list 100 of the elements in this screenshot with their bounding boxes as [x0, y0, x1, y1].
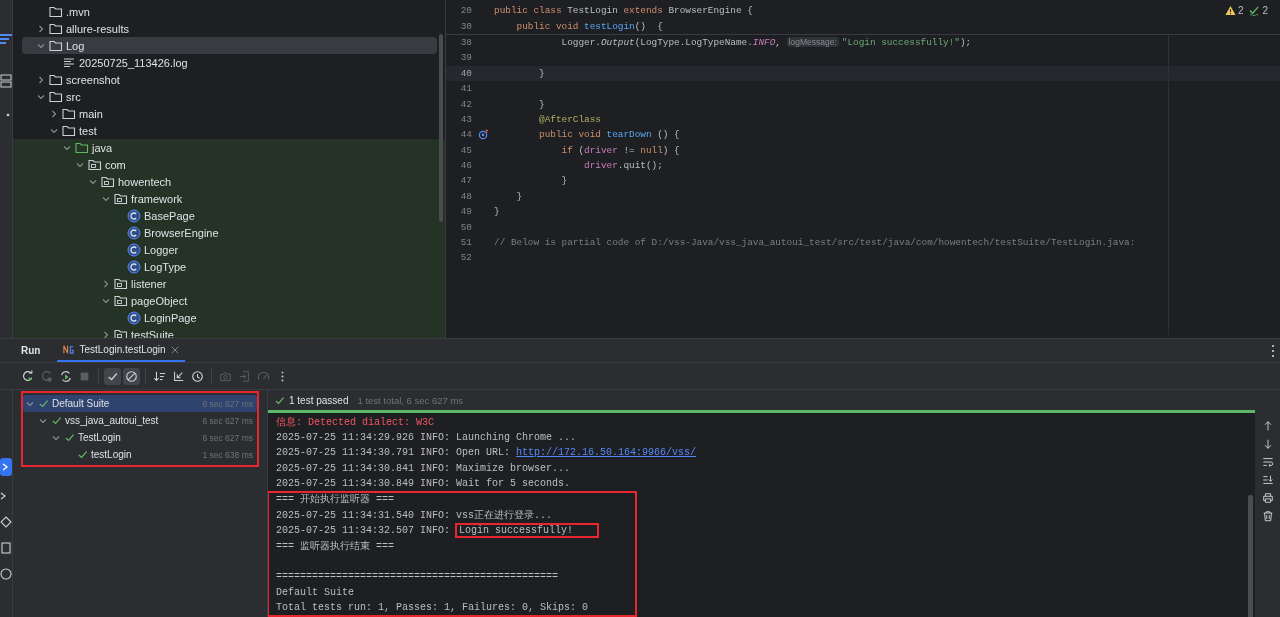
- class-icon: [127, 225, 141, 240]
- line-number: 38: [459, 36, 472, 48]
- rerun-failed-icon: [40, 369, 53, 383]
- code-line: public void testLogin() {: [515, 20, 663, 32]
- panel-title: Run: [21, 345, 41, 356]
- line-number: 45: [459, 144, 472, 156]
- rerun-icon: [21, 369, 34, 383]
- folder-icon: [49, 90, 63, 103]
- package-folder-icon: [114, 328, 128, 338]
- line-number: 46: [459, 160, 472, 172]
- chevron-right-icon[interactable]: [49, 108, 59, 119]
- tree-item[interactable]: main: [22, 105, 437, 122]
- line-number: 48: [459, 190, 472, 202]
- test-duration: 6 sec 627 ms: [202, 415, 253, 426]
- document-icon[interactable]: [0, 542, 12, 554]
- scrollbar-thumb[interactable]: [1248, 495, 1253, 617]
- console-text: Login successfully!: [457, 524, 598, 536]
- line-number: 20: [459, 5, 472, 17]
- chevron-right-icon[interactable]: [36, 23, 46, 34]
- run-icon[interactable]: [0, 458, 12, 476]
- line-number: 50: [459, 221, 472, 233]
- code-comment: // Below is partial code of D:/vss-Java/vss_java_autoui_test/src/test/java/com/howentech/testSuite/TestLogin.java:: [494, 237, 1136, 249]
- console-text: ===============================================: [276, 571, 559, 583]
- inspection-count[interactable]: 2: [1237, 5, 1244, 16]
- line-number: 41: [459, 83, 472, 95]
- text-file-icon: [62, 56, 76, 69]
- test-tree-item[interactable]: vss_java_autoui_test 6 sec 627 ms: [23, 412, 257, 429]
- tree-item[interactable]: .mvn: [22, 3, 437, 20]
- toggle-auto-icon: [59, 369, 72, 383]
- console-text: 2025-07-25 11:34:29.926 INFO: Launching Chrome ...: [276, 431, 577, 443]
- console-text: Total tests run: 1, Passes: 1, Failures: 0, Skips: 0: [276, 602, 589, 614]
- console-text: 2025-07-25 11:34:32.507 INFO:: [276, 524, 452, 536]
- code-line: if (driver != null) {: [560, 144, 680, 156]
- run-tab[interactable]: TestLogin.testLogin: [57, 339, 185, 362]
- structure-icon[interactable]: [0, 74, 12, 88]
- sort-icon: [153, 369, 166, 383]
- console-text: 2025-07-25 11:34:30.849 INFO: Wait for 5 seconds.: [276, 478, 571, 490]
- tree-item[interactable]: test: [22, 122, 437, 139]
- folder-icon: [49, 39, 63, 52]
- collapse-icon: [172, 369, 185, 383]
- show-ignored-button[interactable]: [123, 367, 140, 385]
- problems-icon[interactable]: [0, 516, 12, 528]
- console-text: Default Suite: [276, 586, 354, 598]
- tree-item[interactable]: src: [22, 88, 437, 105]
- line-number: 51: [459, 237, 472, 249]
- line-number: 49: [459, 206, 472, 218]
- gauge-icon: [257, 369, 270, 383]
- chevron-right-icon[interactable]: [101, 329, 111, 338]
- class-icon: [127, 242, 141, 257]
- screenshot-icon: [219, 369, 232, 383]
- show-passed-button[interactable]: [104, 367, 121, 385]
- history-icon: [191, 369, 204, 383]
- test-details: 1 test total, 6 sec 627 ms: [357, 394, 464, 406]
- print-icon[interactable]: [1261, 492, 1274, 504]
- code-line: }: [560, 175, 568, 187]
- line-number: 39: [459, 52, 472, 64]
- tree-item[interactable]: Log: [22, 37, 437, 54]
- tree-item[interactable]: 20250725_113426.log: [22, 54, 437, 71]
- check-icon[interactable]: [1249, 5, 1261, 16]
- code-line: }: [515, 190, 523, 202]
- info-icon[interactable]: [0, 568, 12, 580]
- line-number: 47: [459, 175, 472, 187]
- console-text: === 监听器执行结束 ===: [276, 539, 394, 553]
- code-line: @AfterClass: [538, 113, 601, 125]
- wrap-icon[interactable]: [1261, 456, 1274, 468]
- show-ignored-icon: [125, 369, 138, 383]
- method-marker-icon[interactable]: [477, 129, 489, 141]
- line-number: 42: [459, 98, 472, 110]
- close-icon[interactable]: [170, 345, 179, 354]
- error-line: 信息: Detected dialect: W3C: [276, 415, 435, 429]
- tree-item[interactable]: allure-results: [22, 20, 437, 37]
- line-number: 40: [459, 67, 472, 79]
- test-summary: 1 test passed: [289, 394, 349, 406]
- url-link[interactable]: http://172.16.50.164:9966/vss/: [516, 447, 697, 459]
- folder-icon: [49, 22, 63, 35]
- scrollbar-thumb[interactable]: [439, 34, 443, 222]
- test-duration: 6 sec 627 ms: [202, 432, 253, 443]
- import-icon: [238, 369, 251, 383]
- test-tree-item[interactable]: testLogin 1 sec 638 ms: [23, 446, 257, 463]
- console-text: 2025-07-25 11:34:31.540 INFO: vss正在进行登录...: [276, 508, 553, 522]
- project-icon[interactable]: [0, 32, 12, 46]
- more-icon[interactable]: [1271, 343, 1275, 358]
- code-line: Logger.Output(LogType.LogTypeName.INFO, logMessage: "Login successfully!");: [560, 36, 972, 48]
- chevron-right-icon[interactable]: [101, 278, 111, 289]
- inspection-count[interactable]: 2: [1262, 5, 1268, 16]
- code-line: driver.quit();: [583, 160, 663, 172]
- class-icon: [127, 259, 141, 274]
- folder-icon: [75, 141, 89, 154]
- chevron-right-icon[interactable]: [36, 74, 46, 85]
- tree-item[interactable]: screenshot: [22, 71, 437, 88]
- clear-icon[interactable]: [1261, 510, 1274, 522]
- code-line: }: [538, 98, 545, 110]
- package-folder-icon: [114, 277, 128, 290]
- code-line: public class TestLogin extends BrowserEngine {: [494, 5, 753, 17]
- scroll-end-icon[interactable]: [1261, 474, 1274, 486]
- class-icon: [127, 208, 141, 223]
- test-tree-item[interactable]: TestLogin 6 sec 627 ms: [23, 429, 257, 446]
- run-config-icon: [63, 344, 75, 355]
- folder-icon: [49, 5, 63, 18]
- folder-icon: [49, 73, 63, 86]
